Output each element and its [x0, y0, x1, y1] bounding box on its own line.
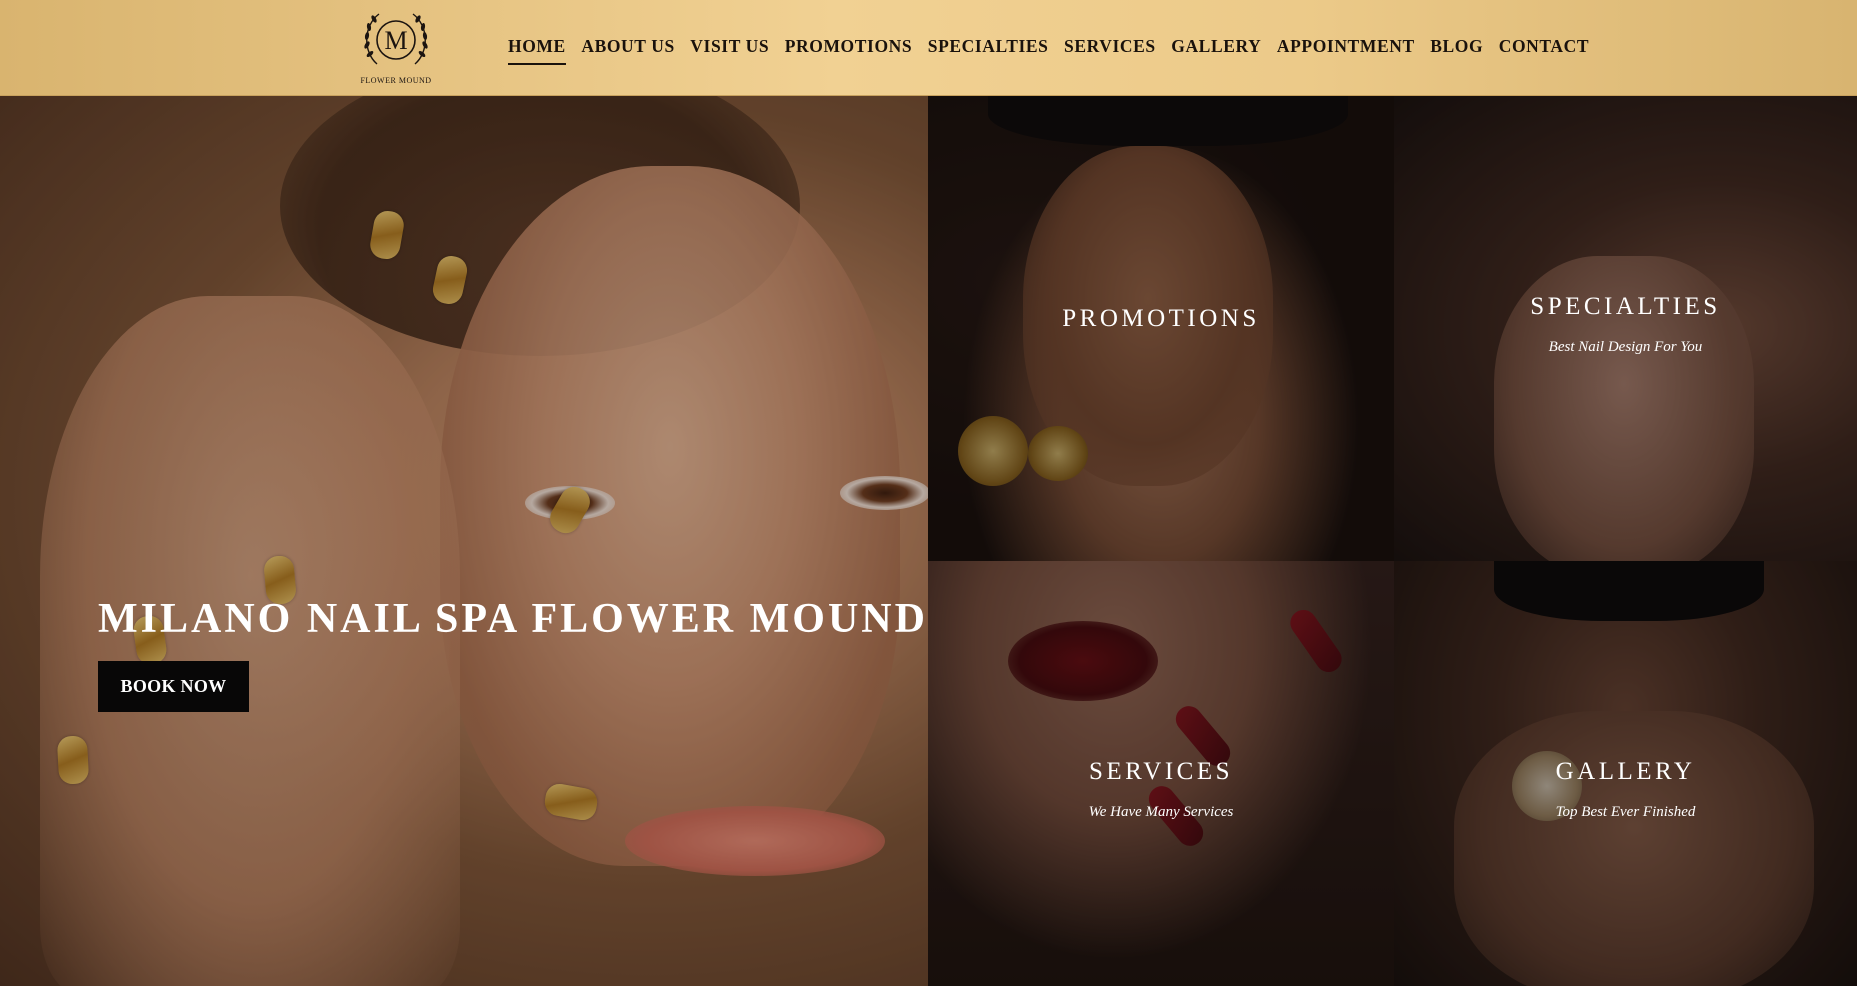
promotions-tile[interactable]: PROMOTIONS	[928, 96, 1394, 561]
gallery-tile[interactable]: GALLERY Top Best Ever Finished	[1394, 561, 1857, 986]
promotions-title: PROMOTIONS	[1062, 305, 1260, 332]
logo-letter: M	[384, 26, 407, 55]
services-tile[interactable]: SERVICES We Have Many Services	[928, 561, 1394, 986]
nav-gallery[interactable]: GALLERY	[1171, 36, 1261, 65]
specialties-subtitle: Best Nail Design For You	[1548, 339, 1703, 355]
main-nav: HOME ABOUT US VISIT US PROMOTIONS SPECIA…	[508, 36, 1605, 65]
site-header: M FLOWER MOUND HOME ABOUT US VISIT US PR…	[0, 0, 1857, 96]
hero-section: MILANO NAIL SPA FLOWER MOUND BOOK NOW	[0, 96, 928, 986]
nav-contact[interactable]: CONTACT	[1499, 36, 1589, 65]
specialties-overlay	[1394, 96, 1857, 561]
gallery-subtitle: Top Best Ever Finished	[1555, 804, 1696, 820]
services-title: SERVICES	[1088, 758, 1234, 785]
nav-appointment[interactable]: APPOINTMENT	[1277, 36, 1415, 65]
logo[interactable]: M FLOWER MOUND	[356, 4, 436, 88]
hero-overlay	[0, 96, 928, 986]
gallery-title: GALLERY	[1555, 758, 1696, 785]
specialties-title: SPECIALTIES	[1530, 293, 1721, 320]
nav-blog[interactable]: BLOG	[1430, 36, 1483, 65]
nav-promotions[interactable]: PROMOTIONS	[785, 36, 913, 65]
nav-specialties[interactable]: SPECIALTIES	[928, 36, 1049, 65]
nav-about-us[interactable]: ABOUT US	[581, 36, 674, 65]
services-subtitle: We Have Many Services	[1088, 804, 1234, 820]
logo-subtext: FLOWER MOUND	[360, 76, 432, 85]
book-now-button[interactable]: BOOK NOW	[98, 661, 249, 712]
nav-services[interactable]: SERVICES	[1064, 36, 1156, 65]
hero-title: MILANO NAIL SPA FLOWER MOUND	[98, 596, 928, 642]
specialties-tile[interactable]: SPECIALTIES Best Nail Design For You	[1394, 96, 1857, 561]
nav-home[interactable]: HOME	[508, 36, 566, 65]
laurel-wreath-icon: M	[364, 13, 428, 65]
nav-visit-us[interactable]: VISIT US	[690, 36, 769, 65]
